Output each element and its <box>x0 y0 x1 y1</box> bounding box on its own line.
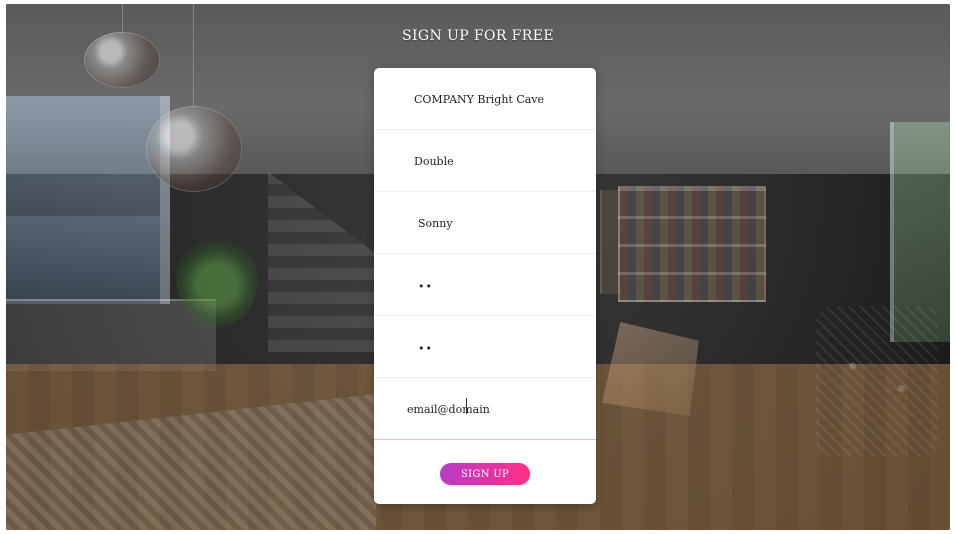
signup-button[interactable]: SIGN UP <box>440 463 530 485</box>
bookshelf <box>618 186 766 302</box>
company-name-field <box>374 68 596 130</box>
decorative-sculpture <box>816 306 938 456</box>
signup-form-panel: •• •• SIGN UP <box>374 68 596 504</box>
last-name-field <box>374 192 596 254</box>
text-caret <box>466 398 467 414</box>
staircase <box>268 172 382 352</box>
last-name-input[interactable] <box>418 214 582 232</box>
first-name-input[interactable] <box>414 152 578 170</box>
lounge-chair <box>602 322 699 416</box>
rug <box>6 394 376 530</box>
bookshelf-left-section <box>600 190 620 294</box>
right-window <box>890 122 950 342</box>
glass-railing <box>6 299 216 371</box>
email-address-input[interactable] <box>407 400 575 418</box>
pendant-light-2 <box>146 106 242 192</box>
pendant-cord-2 <box>193 4 194 108</box>
confirm-password-mask: •• <box>418 342 433 355</box>
email-address-field <box>374 378 596 440</box>
page-title: SIGN UP FOR FREE <box>402 28 554 44</box>
company-name-input[interactable] <box>414 90 578 108</box>
password-field: •• <box>374 254 596 316</box>
left-window <box>6 96 170 304</box>
confirm-password-field: •• <box>374 316 596 378</box>
first-name-field <box>374 130 596 192</box>
page-frame: SIGN UP FOR FREE •• •• SIGN UP <box>6 4 950 530</box>
plant <box>176 232 258 328</box>
password-mask: •• <box>418 280 433 293</box>
